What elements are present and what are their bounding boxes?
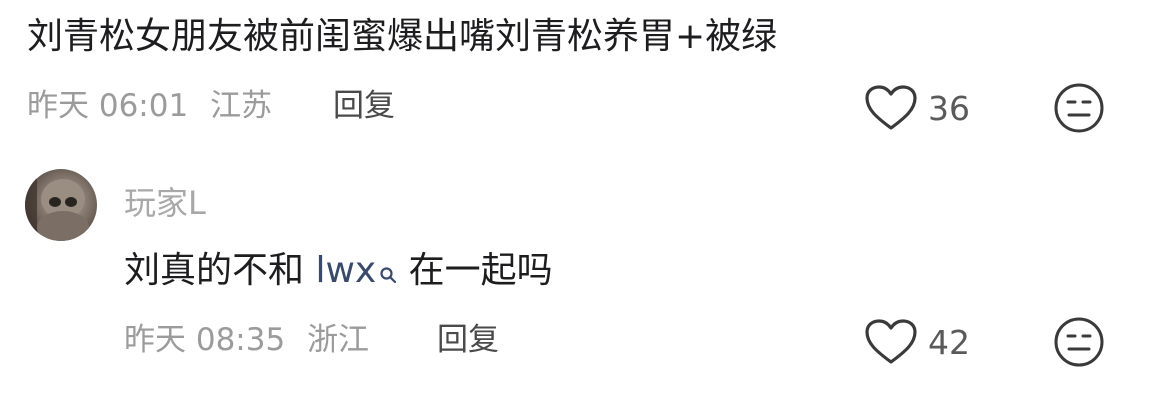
comment-meta: 昨天 06:01 江苏	[27, 86, 272, 126]
reply-location: 浙江	[307, 322, 370, 358]
search-link-label: lwx	[315, 250, 377, 291]
comment-like-count: 36	[928, 89, 970, 128]
reply-time: 昨天 08:35	[124, 322, 286, 358]
reply-text-before: 刘真的不和	[124, 250, 316, 291]
neutral-face-icon[interactable]	[1053, 82, 1105, 134]
comment-location: 江苏	[210, 88, 273, 124]
reply-text: 刘真的不和 lwx 在一起吗	[124, 249, 553, 295]
reply-username[interactable]: 玩家L	[124, 183, 206, 223]
comment-text: 刘青松女朋友被前闺蜜爆出嘴刘青松养胃+被绿	[27, 16, 778, 57]
comment-reply-button[interactable]: 回复	[333, 86, 395, 126]
reply-like-count: 42	[928, 323, 970, 362]
heart-outline-icon[interactable]	[864, 318, 918, 366]
comment-time: 昨天 06:01	[27, 88, 189, 124]
neutral-face-icon[interactable]	[1053, 316, 1105, 368]
reply-text-after: 在一起吗	[397, 250, 553, 291]
avatar[interactable]	[25, 169, 97, 241]
search-link[interactable]: lwx	[315, 250, 397, 291]
search-icon	[379, 251, 397, 295]
reply-meta: 昨天 08:35 浙江	[124, 320, 369, 360]
heart-outline-icon[interactable]	[864, 84, 918, 132]
reply-reply-button[interactable]: 回复	[437, 320, 499, 360]
